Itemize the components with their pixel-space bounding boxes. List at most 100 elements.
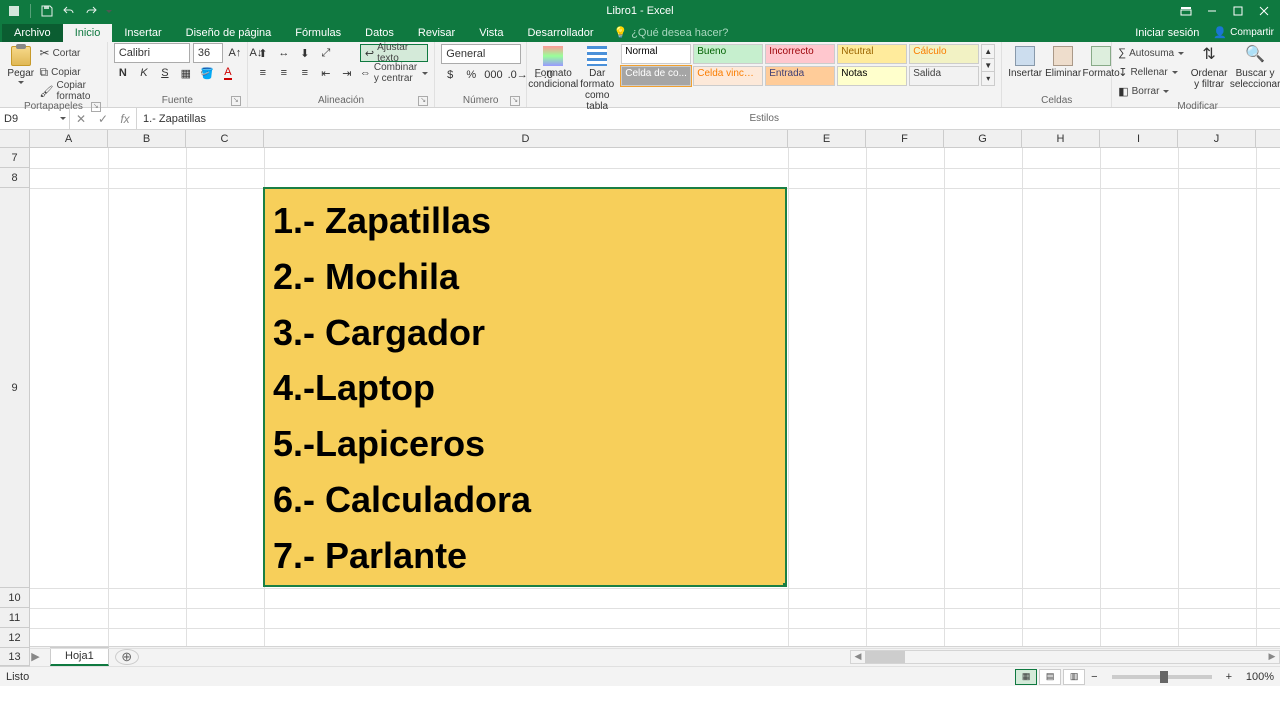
page-layout-view-icon[interactable]: ▤ <box>1039 669 1061 685</box>
percent-format-icon[interactable]: % <box>462 66 480 84</box>
column-headers[interactable]: ABCDEFGHIJ <box>30 130 1280 148</box>
maximize-icon[interactable] <box>1226 2 1250 20</box>
paste-button[interactable]: Pegar <box>6 44 36 85</box>
comma-format-icon[interactable]: 000 <box>483 66 503 84</box>
sign-in[interactable]: Iniciar sesión <box>1127 24 1207 42</box>
bold-button[interactable]: N <box>114 64 132 82</box>
col-header-C[interactable]: C <box>186 130 264 147</box>
styles-scroll[interactable]: ▲▼▾ <box>981 44 995 86</box>
style-c-lculo[interactable]: Cálculo <box>909 44 979 64</box>
style-entrada[interactable]: Entrada <box>765 66 835 86</box>
format-as-table-button[interactable]: Dar formato como tabla <box>577 44 617 112</box>
col-header-B[interactable]: B <box>108 130 186 147</box>
font-dialog-icon[interactable]: ↘ <box>231 96 241 106</box>
col-header-E[interactable]: E <box>788 130 866 147</box>
orientation-icon[interactable]: ⤢ <box>317 44 335 62</box>
page-break-view-icon[interactable]: ▥ <box>1063 669 1085 685</box>
tab-inicio[interactable]: Inicio <box>63 24 113 42</box>
col-header-G[interactable]: G <box>944 130 1022 147</box>
decrease-indent-icon[interactable]: ⇤ <box>317 64 335 82</box>
align-top-icon[interactable]: ⬆ <box>254 44 272 62</box>
clear-button[interactable]: ◧Borrar <box>1118 82 1185 100</box>
tab-diseño-de-página[interactable]: Diseño de página <box>174 24 284 42</box>
zoom-in-icon[interactable]: + <box>1226 671 1232 683</box>
row-header-9[interactable]: 9 <box>0 188 29 588</box>
horizontal-scrollbar[interactable]: ◀ ▶ <box>850 650 1280 664</box>
format-painter-button[interactable]: Copiar formato <box>40 82 101 100</box>
accounting-format-icon[interactable]: $ <box>441 66 459 84</box>
alignment-dialog-icon[interactable]: ↘ <box>418 96 428 106</box>
merge-center-button[interactable]: ⇔Combinar y centrar <box>360 64 428 82</box>
add-sheet-button[interactable]: ⊕ <box>115 649 139 665</box>
sort-filter-button[interactable]: ⇅Ordenar y filtrar <box>1189 44 1229 90</box>
delete-cells-button[interactable]: Eliminar <box>1046 44 1080 79</box>
find-select-button[interactable]: 🔍Buscar y seleccionar <box>1233 44 1277 90</box>
align-center-icon[interactable]: ≡ <box>275 64 293 82</box>
close-icon[interactable] <box>1252 2 1276 20</box>
border-button[interactable]: ▦ <box>177 64 195 82</box>
style-celda-vincul-[interactable]: Celda vincul... <box>693 66 763 86</box>
name-box[interactable]: D9 <box>0 108 70 129</box>
select-all-corner[interactable] <box>0 130 30 148</box>
row-header-12[interactable]: 12 <box>0 628 29 648</box>
tab-file[interactable]: Archivo <box>2 24 63 42</box>
row-header-8[interactable]: 8 <box>0 168 29 188</box>
style-incorrecto[interactable]: Incorrecto <box>765 44 835 64</box>
col-header-A[interactable]: A <box>30 130 108 147</box>
clipboard-dialog-icon[interactable]: ↘ <box>91 102 101 112</box>
cell-styles-gallery[interactable]: NormalBuenoIncorrectoNeutralCálculoCelda… <box>621 44 979 86</box>
qat-customize-icon[interactable] <box>105 3 113 19</box>
worksheet-grid[interactable]: ABCDEFGHIJ 78910111213 1.- Zapatillas 2.… <box>0 130 1280 646</box>
tab-insertar[interactable]: Insertar <box>112 24 173 42</box>
active-cell[interactable]: 1.- Zapatillas 2.- Mochila 3.- Cargador … <box>263 187 787 587</box>
undo-icon[interactable] <box>61 3 77 19</box>
font-color-button[interactable]: A <box>219 64 237 82</box>
fill-handle[interactable] <box>783 583 787 587</box>
style-celda-de-co-[interactable]: Celda de co... <box>621 66 691 86</box>
zoom-level[interactable]: 100% <box>1238 671 1274 683</box>
cancel-formula-icon[interactable]: ✕ <box>70 112 92 126</box>
normal-view-icon[interactable]: ▦ <box>1015 669 1037 685</box>
italic-button[interactable]: K <box>135 64 153 82</box>
tell-me[interactable]: 💡 ¿Qué desea hacer? <box>605 23 736 42</box>
style-bueno[interactable]: Bueno <box>693 44 763 64</box>
col-header-J[interactable]: J <box>1178 130 1256 147</box>
minimize-icon[interactable] <box>1200 2 1224 20</box>
save-icon[interactable] <box>39 3 55 19</box>
increase-indent-icon[interactable]: ⇥ <box>338 64 356 82</box>
align-left-icon[interactable]: ≡ <box>254 64 272 82</box>
align-right-icon[interactable]: ≡ <box>296 64 314 82</box>
conditional-formatting-button[interactable]: Formato condicional <box>533 44 573 90</box>
enter-formula-icon[interactable]: ✓ <box>92 112 114 126</box>
tab-vista[interactable]: Vista <box>467 24 515 42</box>
align-middle-icon[interactable]: ↔ <box>275 44 293 62</box>
insert-cells-button[interactable]: Insertar <box>1008 44 1042 79</box>
col-header-D[interactable]: D <box>264 130 788 147</box>
number-format-combo[interactable]: General <box>441 44 521 64</box>
share-button[interactable]: 👤 Compartir <box>1207 23 1280 42</box>
copy-button[interactable]: Copiar <box>40 63 101 81</box>
fill-color-button[interactable]: 🪣 <box>198 64 216 82</box>
increase-decimal-icon[interactable]: .0→ <box>507 66 529 84</box>
row-header-7[interactable]: 7 <box>0 148 29 168</box>
row-headers[interactable]: 78910111213 <box>0 148 30 666</box>
tab-fórmulas[interactable]: Fórmulas <box>283 24 353 42</box>
fill-button[interactable]: ↧Rellenar <box>1118 63 1185 81</box>
increase-font-icon[interactable]: A↑ <box>226 44 244 62</box>
col-header-I[interactable]: I <box>1100 130 1178 147</box>
autosum-button[interactable]: ∑Autosuma <box>1118 44 1185 62</box>
ribbon-options-icon[interactable] <box>1174 2 1198 20</box>
tab-revisar[interactable]: Revisar <box>406 24 467 42</box>
sheet-tab[interactable]: Hoja1 <box>50 647 109 666</box>
align-bottom-icon[interactable]: ⬇ <box>296 44 314 62</box>
col-header-F[interactable]: F <box>866 130 944 147</box>
zoom-out-icon[interactable]: − <box>1091 671 1097 683</box>
row-header-10[interactable]: 10 <box>0 588 29 608</box>
number-dialog-icon[interactable]: ↘ <box>510 96 520 106</box>
tab-desarrollador[interactable]: Desarrollador <box>515 24 605 42</box>
style-normal[interactable]: Normal <box>621 44 691 64</box>
underline-button[interactable]: S <box>156 64 174 82</box>
fx-icon[interactable]: fx <box>114 112 136 126</box>
row-header-11[interactable]: 11 <box>0 608 29 628</box>
col-header-H[interactable]: H <box>1022 130 1100 147</box>
